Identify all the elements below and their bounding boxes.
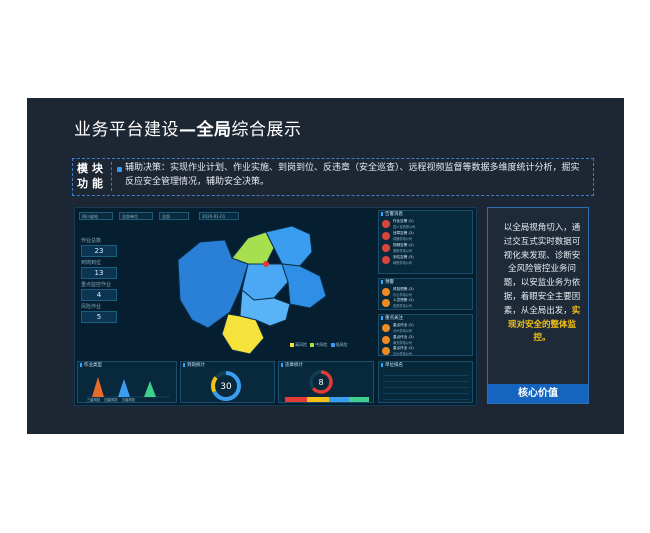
province-map[interactable] [170,220,335,360]
alert-icon [382,220,390,228]
region-select[interactable]: 四川省电 [79,212,113,220]
alert-icon [382,232,390,240]
warning-item[interactable]: 人员预警 (1) 宜宾供电公司 [381,298,471,309]
warning-icon [382,299,390,307]
alert-item[interactable]: 到位告警 (3) 绵阳供电公司 [381,255,471,266]
violation-panel: 违章统计 8 [278,361,374,403]
core-value-label: 核心价值 [488,384,588,403]
type-select[interactable]: 全部 [159,212,189,220]
location-pin-icon[interactable] [263,261,269,267]
alert-item[interactable]: 作业告警 (1) 四川省检修公司 [381,219,471,230]
warning-item[interactable]: 风险预警 (2) 乐山供电公司 [381,287,471,298]
warning-icon [382,336,390,344]
stat-value: 23 [81,245,117,257]
core-value-box: 以全局视角切入，通过交互式实时数据可视化来发现、诊断安全风险管控业务问题，以安监… [487,207,589,404]
svg-text:8: 8 [318,378,323,387]
monitor-item[interactable]: 重点作业 (1) 泸州供电公司 [381,323,471,334]
stats-column: 作业总数 23 到岗到位 13 重点监控作业 4 风险作业 5 [81,238,121,326]
svg-text:30: 30 [220,382,232,392]
donut-chart: 30 [211,371,241,401]
donut-chart: 8 [309,370,333,394]
alert-item[interactable]: 视频告警 (1) 德阳供电公司 [381,243,471,254]
table-row [383,394,469,400]
alert-item[interactable]: 违章告警 (2) 成都供电公司 [381,231,471,242]
stat-value: 5 [81,311,117,323]
dashboard-preview: 四川省电 全部单位 全部 2020-01-01 作业总数 23 到岗到位 13 … [74,207,477,406]
stat-value: 13 [81,267,117,279]
map-legend: 高风险 中风险 低风险 [290,342,348,348]
monitor-item[interactable]: 重点作业 (2) 南充供电公司 [381,335,471,346]
warning-icon [382,347,390,355]
alerts-panel: 告警消息 作业告警 (1) 四川省检修公司 违章告警 (2) 成都供电公司 视频告警… [378,210,473,274]
progress-bar [285,397,369,402]
stat-value: 4 [81,289,117,301]
warning-panel: 预警 风险预警 (2) 乐山供电公司 人员预警 (1) 宜宾供电公司 [378,278,473,310]
bullet-icon [117,167,122,172]
alert-icon [382,244,390,252]
date-select[interactable]: 2020-01-01 [199,212,239,220]
monitor-panel: 重点关注 重点作业 (1) 泸州供电公司 重点作业 (2) 南充供电公司 重点作业 … [378,314,473,356]
warning-icon [382,288,390,296]
module-label: 模块功能 [77,162,107,190]
warning-icon [382,324,390,332]
attendance-panel: 到岗统计 30 [180,361,275,403]
alert-icon [382,256,390,264]
module-function-box: 模块功能 辅助决策：实现作业计划、作业实施、到岗到位、反违章（安全巡查）、远程视… [72,158,594,196]
ranking-panel: 单位排名 [378,361,473,403]
monitor-item[interactable]: 重点作业 (1) 达州供电公司 [381,346,471,357]
unit-select[interactable]: 全部单位 [119,212,153,220]
slide-title: 业务平台建设—全局综合展示 [74,120,302,140]
slide: 业务平台建设—全局综合展示 模块功能 辅助决策：实现作业计划、作业实施、到岗到位… [27,98,624,434]
module-description: 辅助决策：实现作业计划、作业实施、到岗到位、反违章（安全巡查）、远程视频监督等数… [125,163,580,187]
risk-type-panel: 作业类型 三级风险 四级风险 五级风险 [77,361,177,403]
core-description: 以全局视角切入，通过交互式实时数据可视化来发现、诊断安全风险管控业务问题，以安监… [503,223,581,344]
